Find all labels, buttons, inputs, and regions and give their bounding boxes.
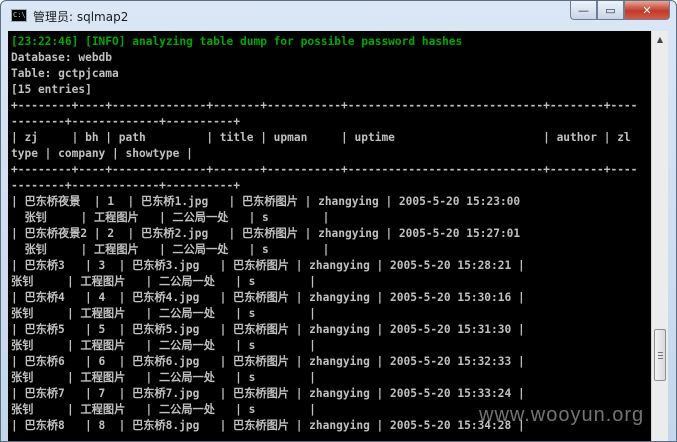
console-output[interactable]: [23:22:46] [INFO] analyzing table dump f…	[8, 31, 651, 441]
console-line: 张钊 | 工程图片 | 二公局一处 | s |	[11, 243, 330, 256]
close-button[interactable]: ✕	[624, 1, 670, 20]
console-line: --------+-------------+----------+	[11, 115, 241, 128]
console-line: | 巴东桥7 | 7 | 巴东桥7.jpg | 巴东桥图片 | zhangyin…	[11, 387, 525, 400]
thumb-grip-line	[658, 355, 663, 357]
console-line: 张钊 | 工程图片 | 二公局一处 | s |	[11, 307, 316, 320]
console-window: C:\ 管理员: sqlmap2 — ▭ ✕ [23:22:46] [INFO]…	[0, 0, 677, 442]
scrollbar-thumb[interactable]	[654, 329, 666, 382]
console-line: | 巴东桥3 | 3 | 巴东桥3.jpg | 巴东桥图片 | zhangyin…	[11, 259, 525, 272]
thumb-grip-line	[658, 358, 663, 360]
console-app-icon[interactable]: C:\	[11, 9, 27, 22]
console-line: | 巴东桥5 | 5 | 巴东桥5.jpg | 巴东桥图片 | zhangyin…	[11, 323, 525, 336]
console-line: | 巴东桥4 | 4 | 巴东桥4.jpg | 巴东桥图片 | zhangyin…	[11, 291, 525, 304]
watermark: www.wooyun.org	[479, 404, 645, 426]
console-line: [23:22:46] [INFO] analyzing table dump f…	[11, 35, 463, 48]
console-line: Table: gctpjcama	[11, 67, 119, 80]
console-line: --------+-------------+----------+	[11, 179, 241, 192]
console-line: | 巴东桥夜景2 | 2 | 巴东桥2.jpg | 巴东桥图片 | zhangy…	[11, 227, 521, 240]
console-line: +--------+----+--------------+-------+--…	[11, 99, 638, 112]
console-line: | 巴东桥夜景 | 1 | 巴东桥1.jpg | 巴东桥图片 | zhangyi…	[11, 195, 521, 208]
console-line: | 巴东桥6 | 6 | 巴东桥6.jpg | 巴东桥图片 | zhangyin…	[11, 355, 525, 368]
console-line: +--------+----+--------------+-------+--…	[11, 163, 638, 176]
window-title: 管理员: sqlmap2	[33, 10, 129, 24]
title-bar[interactable]: C:\ 管理员: sqlmap2 — ▭ ✕	[1, 1, 676, 31]
console-line: [15 entries]	[11, 83, 92, 96]
console-icon-label: C:\	[13, 11, 26, 19]
console-line: 张钊 | 工程图片 | 二公局一处 | s |	[11, 275, 316, 288]
console-lines: [23:22:46] [INFO] analyzing table dump f…	[11, 34, 637, 434]
vertical-scrollbar[interactable]: ▲	[651, 31, 668, 441]
console-line: 张钊 | 工程图片 | 二公局一处 | s |	[11, 211, 330, 224]
console-line: 张钊 | 工程图片 | 二公局一处 | s |	[11, 371, 316, 384]
console-line: Database: webdb	[11, 51, 113, 64]
scroll-up-arrow-icon[interactable]: ▲	[652, 31, 668, 48]
thumb-grip-line	[658, 352, 663, 354]
console-line: 张钊 | 工程图片 | 二公局一处 | s |	[11, 339, 316, 352]
console-line: type | company | showtype |	[11, 147, 193, 160]
window-controls: — ▭ ✕	[570, 1, 670, 21]
minimize-button[interactable]: —	[570, 1, 597, 20]
console-line: | zj | bh | path | title | upman | uptim…	[11, 131, 631, 144]
maximize-button[interactable]: ▭	[597, 1, 624, 20]
